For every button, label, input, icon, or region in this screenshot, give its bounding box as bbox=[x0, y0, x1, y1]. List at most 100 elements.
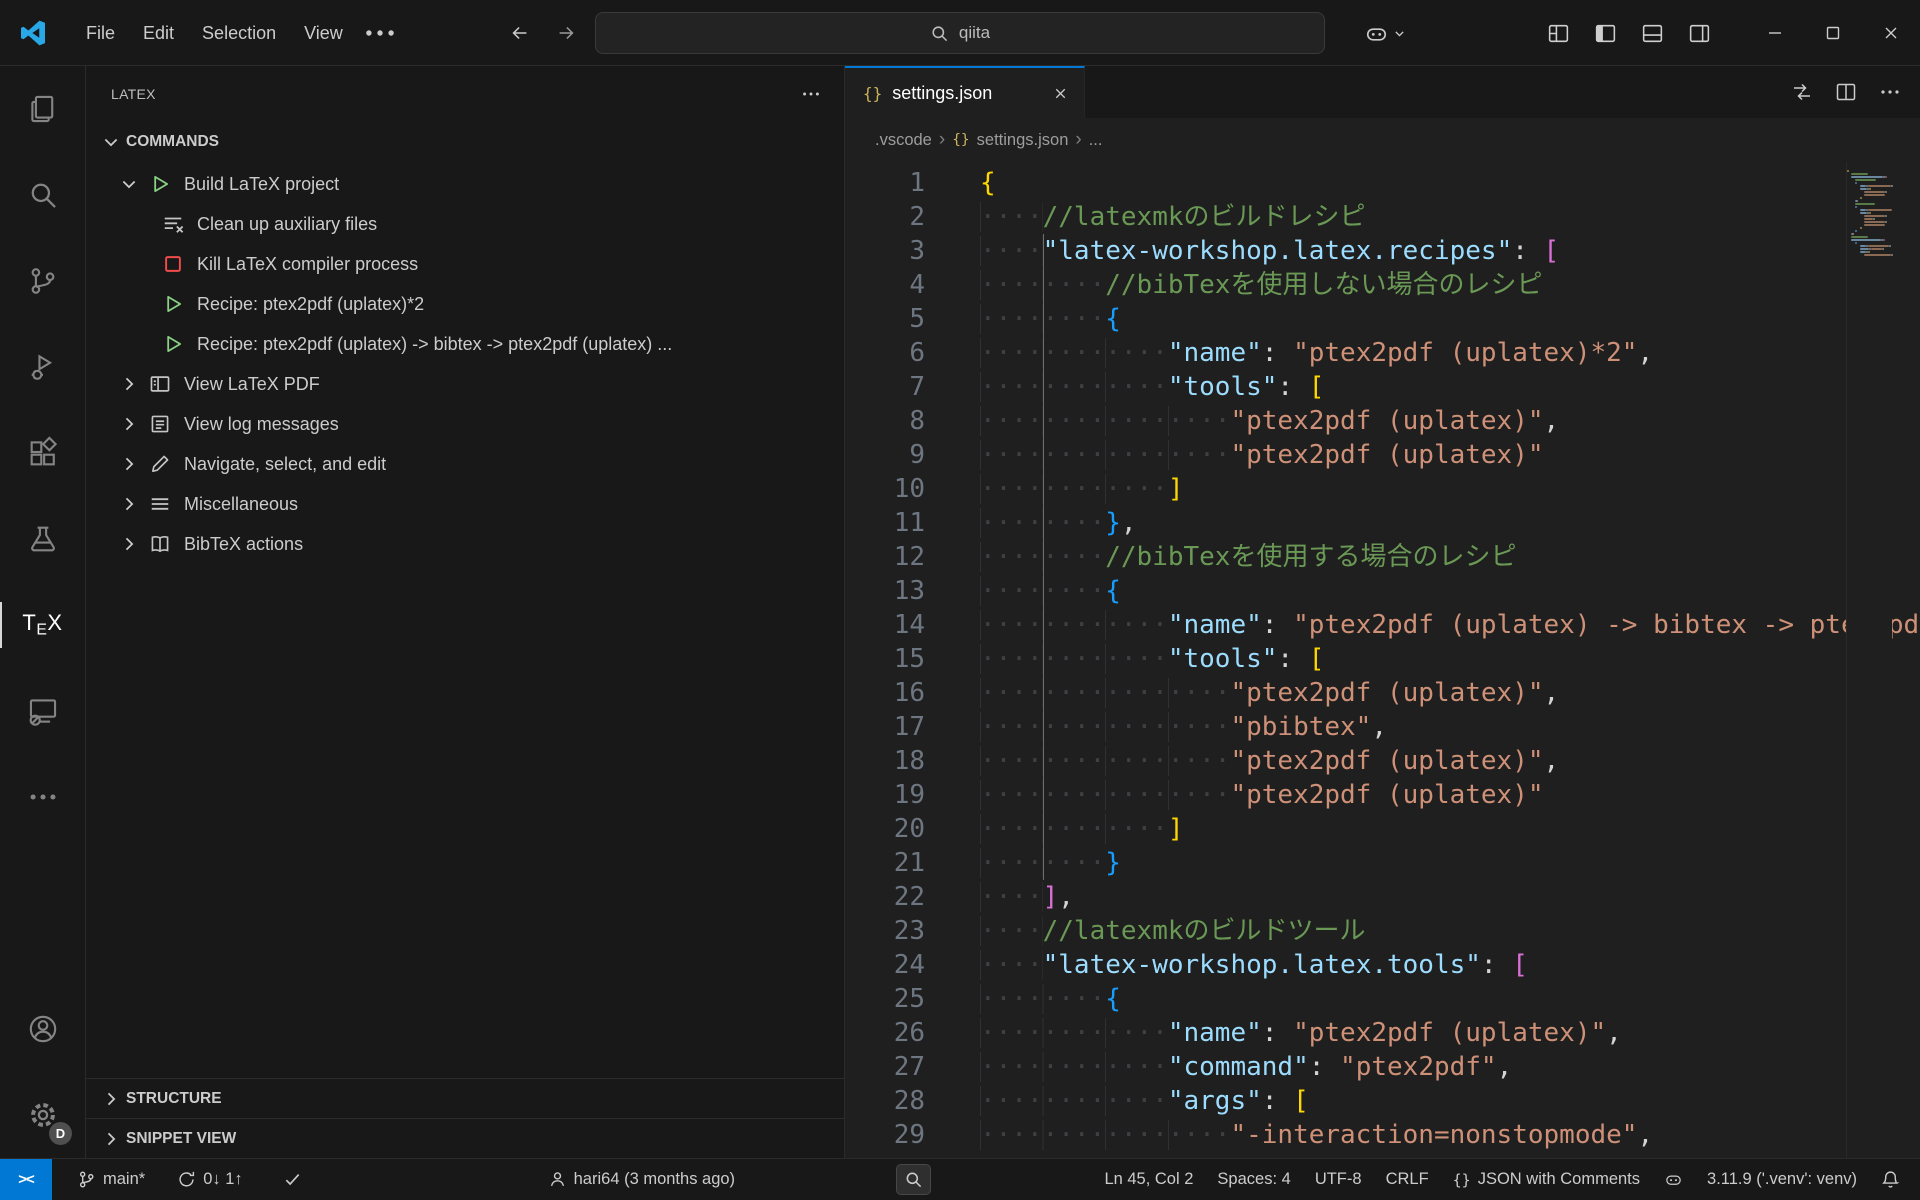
code-line[interactable]: 28············"args": [ bbox=[845, 1084, 1920, 1118]
menu-selection[interactable]: Selection bbox=[188, 14, 290, 52]
close-icon[interactable] bbox=[1862, 0, 1920, 66]
code-line[interactable]: 9················"ptex2pdf (uplatex)" bbox=[845, 438, 1920, 472]
customize-layout-icon[interactable] bbox=[1546, 21, 1571, 46]
zoom-indicator[interactable] bbox=[896, 1164, 931, 1195]
git-blame-item[interactable]: hari64 (3 months ago) bbox=[539, 1159, 744, 1200]
git-branch-item[interactable]: main* bbox=[68, 1159, 154, 1200]
tree-item[interactable]: View log messages bbox=[86, 404, 844, 444]
activity-latex-tex[interactable]: TEX bbox=[0, 582, 85, 668]
minimize-icon[interactable] bbox=[1746, 0, 1804, 66]
chevron-right-icon[interactable] bbox=[116, 531, 142, 557]
check-status-item[interactable] bbox=[274, 1159, 311, 1200]
python-version-item[interactable]: 3.11.9 ('.venv': venv) bbox=[1695, 1159, 1869, 1200]
code-line[interactable]: 17················"pbibtex", bbox=[845, 710, 1920, 744]
copilot-button[interactable] bbox=[1364, 14, 1406, 52]
more-actions-icon[interactable] bbox=[1878, 80, 1902, 104]
menu-file[interactable]: File bbox=[72, 14, 129, 52]
code-line[interactable]: 12········//bibTexを使用する場合のレシピ bbox=[845, 540, 1920, 574]
code-line[interactable]: 16················"ptex2pdf (uplatex)", bbox=[845, 676, 1920, 710]
code-line[interactable]: 1{ bbox=[845, 166, 1920, 200]
code-line[interactable]: 18················"ptex2pdf (uplatex)", bbox=[845, 744, 1920, 778]
snippet-view-section-header[interactable]: SNIPPET VIEW bbox=[86, 1118, 844, 1158]
chevron-down-icon[interactable] bbox=[116, 171, 142, 197]
tab-close-icon[interactable] bbox=[1047, 80, 1074, 107]
activity-search[interactable] bbox=[0, 152, 85, 238]
code-line[interactable]: 11········}, bbox=[845, 506, 1920, 540]
tree-item[interactable]: View LaTeX PDF bbox=[86, 364, 844, 404]
language-mode-item[interactable]: {} JSON with Comments bbox=[1441, 1159, 1652, 1200]
minimap[interactable] bbox=[1846, 162, 1892, 1158]
tree-item[interactable]: BibTeX actions bbox=[86, 524, 844, 564]
toggle-primary-sidebar-icon[interactable] bbox=[1593, 21, 1618, 46]
copilot-status-item[interactable] bbox=[1652, 1159, 1695, 1200]
menu-view[interactable]: View bbox=[290, 14, 357, 52]
indentation-item[interactable]: Spaces: 4 bbox=[1205, 1159, 1302, 1200]
code-line[interactable]: 5········{ bbox=[845, 302, 1920, 336]
code-line[interactable]: 24····"latex-workshop.latex.tools": [ bbox=[845, 948, 1920, 982]
code-line[interactable]: 6············"name": "ptex2pdf (uplatex)… bbox=[845, 336, 1920, 370]
remote-indicator[interactable]: >< bbox=[0, 1159, 52, 1200]
chevron-right-icon[interactable] bbox=[116, 411, 142, 437]
code-line[interactable]: 27············"command": "ptex2pdf", bbox=[845, 1050, 1920, 1084]
encoding-item[interactable]: UTF-8 bbox=[1303, 1159, 1374, 1200]
notifications-bell[interactable] bbox=[1869, 1159, 1912, 1200]
structure-section-header[interactable]: STRUCTURE bbox=[86, 1078, 844, 1118]
code-line[interactable]: 20············] bbox=[845, 812, 1920, 846]
tree-item[interactable]: Recipe: ptex2pdf (uplatex) -> bibtex -> … bbox=[86, 324, 844, 364]
git-sync-item[interactable]: 0↓ 1↑ bbox=[168, 1159, 251, 1200]
code-line[interactable]: 23····//latexmkのビルドツール bbox=[845, 914, 1920, 948]
eol-item[interactable]: CRLF bbox=[1374, 1159, 1441, 1200]
arrow-back-icon[interactable] bbox=[500, 0, 540, 66]
breadcrumb-item[interactable]: .vscode bbox=[875, 131, 932, 150]
code-line[interactable]: 13········{ bbox=[845, 574, 1920, 608]
arrow-forward-icon[interactable] bbox=[546, 0, 586, 66]
menu-edit[interactable]: Edit bbox=[129, 14, 188, 52]
activity-account[interactable] bbox=[0, 986, 85, 1072]
code-line[interactable]: 29················"-interaction=nonstopm… bbox=[845, 1118, 1920, 1152]
activity-extensions[interactable] bbox=[0, 410, 85, 496]
more-menus-button[interactable] bbox=[361, 14, 399, 52]
code-line[interactable]: 3····"latex-workshop.latex.recipes": [ bbox=[845, 234, 1920, 268]
breadcrumb-item[interactable]: ... bbox=[1089, 131, 1103, 150]
tree-item[interactable]: Clean up auxiliary files bbox=[86, 204, 844, 244]
code-line[interactable]: 2····//latexmkのビルドレシピ bbox=[845, 200, 1920, 234]
activity-settings-gear[interactable]: D bbox=[0, 1072, 85, 1158]
toggle-panel-icon[interactable] bbox=[1640, 21, 1665, 46]
code-line[interactable]: 21········} bbox=[845, 846, 1920, 880]
chevron-right-icon[interactable] bbox=[116, 451, 142, 477]
activity-remote-explorer[interactable] bbox=[0, 668, 85, 754]
code-line[interactable]: 14············"name": "ptex2pdf (uplatex… bbox=[845, 608, 1920, 642]
sidebar-more-actions-icon[interactable] bbox=[800, 83, 822, 105]
activity-more[interactable] bbox=[0, 754, 85, 840]
code-line[interactable]: 7············"tools": [ bbox=[845, 370, 1920, 404]
activity-run-debug[interactable] bbox=[0, 324, 85, 410]
code-line[interactable]: 25········{ bbox=[845, 982, 1920, 1016]
code-line[interactable]: 15············"tools": [ bbox=[845, 642, 1920, 676]
tree-item[interactable]: Kill LaTeX compiler process bbox=[86, 244, 844, 284]
code-line[interactable]: 22····], bbox=[845, 880, 1920, 914]
code-line[interactable]: 4········//bibTexを使用しない場合のレシピ bbox=[845, 268, 1920, 302]
tree-item[interactable]: Recipe: ptex2pdf (uplatex)*2 bbox=[86, 284, 844, 324]
chevron-right-icon[interactable] bbox=[116, 371, 142, 397]
open-changes-icon[interactable] bbox=[1790, 80, 1814, 104]
tree-item[interactable]: Navigate, select, and edit bbox=[86, 444, 844, 484]
breadcrumb-item[interactable]: settings.json bbox=[977, 131, 1069, 150]
code-line[interactable]: 10············] bbox=[845, 472, 1920, 506]
activity-source-control[interactable] bbox=[0, 238, 85, 324]
split-editor-icon[interactable] bbox=[1834, 80, 1858, 104]
tree-item[interactable]: Miscellaneous bbox=[86, 484, 844, 524]
commands-section-header[interactable]: COMMANDS bbox=[86, 122, 844, 162]
search-box[interactable]: qiita bbox=[595, 12, 1325, 54]
activity-testing-beaker[interactable] bbox=[0, 496, 85, 582]
code-line[interactable]: 19················"ptex2pdf (uplatex)" bbox=[845, 778, 1920, 812]
vertical-scrollbar[interactable] bbox=[1892, 162, 1920, 1158]
code-line[interactable]: 8················"ptex2pdf (uplatex)", bbox=[845, 404, 1920, 438]
activity-explorer[interactable] bbox=[0, 66, 85, 152]
cursor-position-item[interactable]: Ln 45, Col 2 bbox=[1092, 1159, 1205, 1200]
code-editor[interactable]: 1{2····//latexmkのビルドレシピ3····"latex-works… bbox=[845, 162, 1920, 1158]
code-line[interactable]: 26············"name": "ptex2pdf (uplatex… bbox=[845, 1016, 1920, 1050]
chevron-right-icon[interactable] bbox=[116, 491, 142, 517]
tab-settings-json[interactable]: {} settings.json bbox=[845, 66, 1085, 118]
toggle-secondary-sidebar-icon[interactable] bbox=[1687, 21, 1712, 46]
tree-item[interactable]: Build LaTeX project bbox=[86, 164, 844, 204]
